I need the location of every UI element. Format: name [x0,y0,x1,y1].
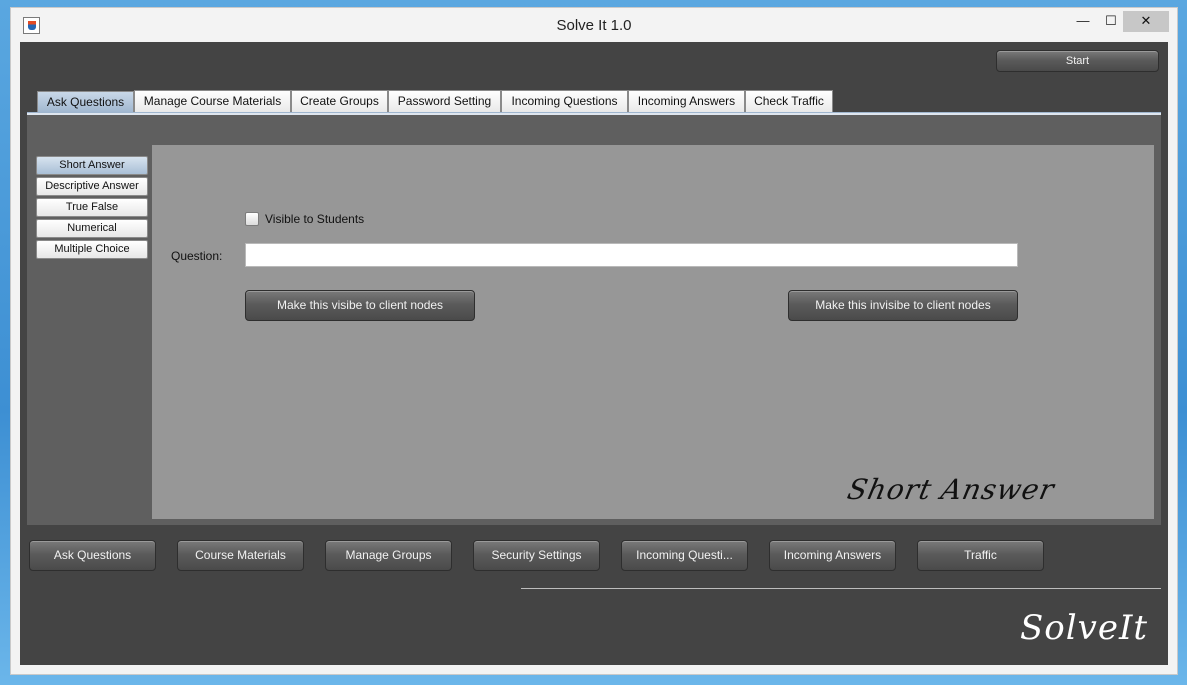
nav-manage-groups-button[interactable]: Manage Groups [325,540,452,571]
make-visible-button[interactable]: Make this visibe to client nodes [245,290,475,321]
nav-incoming-answers-button[interactable]: Incoming Answers [769,540,896,571]
minimize-button[interactable]: — [1070,11,1096,32]
ask-questions-panel: Short Answer Descriptive Answer True Fal… [27,115,1161,525]
panel-caption: Short Answer [844,473,1058,506]
maximize-button[interactable]: ☐ [1098,11,1124,32]
nav-course-materials-button[interactable]: Course Materials [177,540,304,571]
nav-traffic-button[interactable]: Traffic [917,540,1044,571]
question-editor: Visible to Students Question: Make this … [152,145,1154,519]
window-title: Solve It 1.0 [556,17,632,34]
make-invisible-button[interactable]: Make this invisibe to client nodes [788,290,1018,321]
tab-incoming-answers[interactable]: Incoming Answers [628,90,745,112]
brand-logo: SolveIt [1020,608,1149,648]
type-true-false-button[interactable]: True False [36,198,148,217]
nav-security-settings-button[interactable]: Security Settings [473,540,600,571]
type-descriptive-answer-button[interactable]: Descriptive Answer [36,177,148,196]
app-window: Solve It 1.0 — ☐ ✕ Start Ask Questions M… [10,7,1178,675]
question-label: Question: [171,249,223,263]
main-content: Start Ask Questions Manage Course Materi… [20,42,1168,665]
tab-manage-course-materials[interactable]: Manage Course Materials [134,90,291,112]
footer-divider [521,588,1161,589]
type-multiple-choice-button[interactable]: Multiple Choice [36,240,148,259]
nav-ask-questions-button[interactable]: Ask Questions [29,540,156,571]
tab-ask-questions[interactable]: Ask Questions [37,91,134,113]
type-numerical-button[interactable]: Numerical [36,219,148,238]
nav-incoming-questions-button[interactable]: Incoming Questi... [621,540,748,571]
visible-to-students-label: Visible to Students [265,212,365,226]
tab-password-setting[interactable]: Password Setting [388,90,501,112]
tab-incoming-questions[interactable]: Incoming Questions [501,90,628,112]
type-short-answer-button[interactable]: Short Answer [36,156,148,175]
tab-check-traffic[interactable]: Check Traffic [745,90,833,112]
tab-create-groups[interactable]: Create Groups [291,90,388,112]
visible-to-students-checkbox[interactable] [245,212,259,226]
start-button[interactable]: Start [996,50,1159,72]
title-bar[interactable]: Solve It 1.0 — ☐ ✕ [11,8,1177,42]
close-button[interactable]: ✕ [1123,11,1169,32]
question-input[interactable] [245,243,1018,267]
